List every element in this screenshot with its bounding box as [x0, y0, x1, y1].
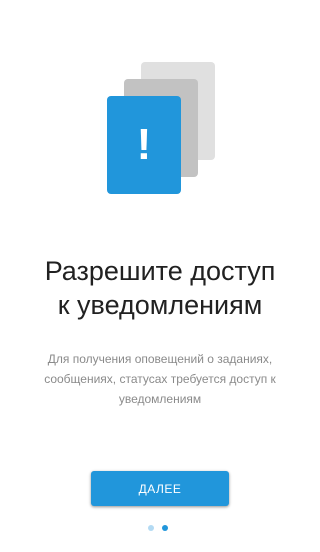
- description-line-1: Для получения оповещений о заданиях,: [47, 352, 273, 366]
- page-dot-1[interactable]: [148, 525, 154, 531]
- alert-exclamation-icon: !: [136, 120, 152, 169]
- notifications-illustration: !: [0, 0, 320, 210]
- permission-description: Для получения оповещений о заданиях, соо…: [32, 349, 288, 409]
- description-line-2: сообщениях, статусах требуется доступ к: [44, 372, 276, 386]
- title-line-1: Разрешите доступ: [44, 256, 276, 286]
- title-line-2: к уведомлениям: [57, 290, 263, 320]
- page-indicator: [148, 525, 172, 531]
- page-dot-2-active[interactable]: [162, 525, 168, 531]
- next-button[interactable]: ДАЛЕЕ: [91, 471, 229, 506]
- front-card: !: [107, 96, 181, 194]
- notification-permission-screen: ! Разрешите доступ к уведомлениям Для по…: [0, 0, 320, 552]
- page-title: Разрешите доступ к уведомлениям: [20, 254, 300, 322]
- description-line-3: уведомлениям: [118, 392, 202, 406]
